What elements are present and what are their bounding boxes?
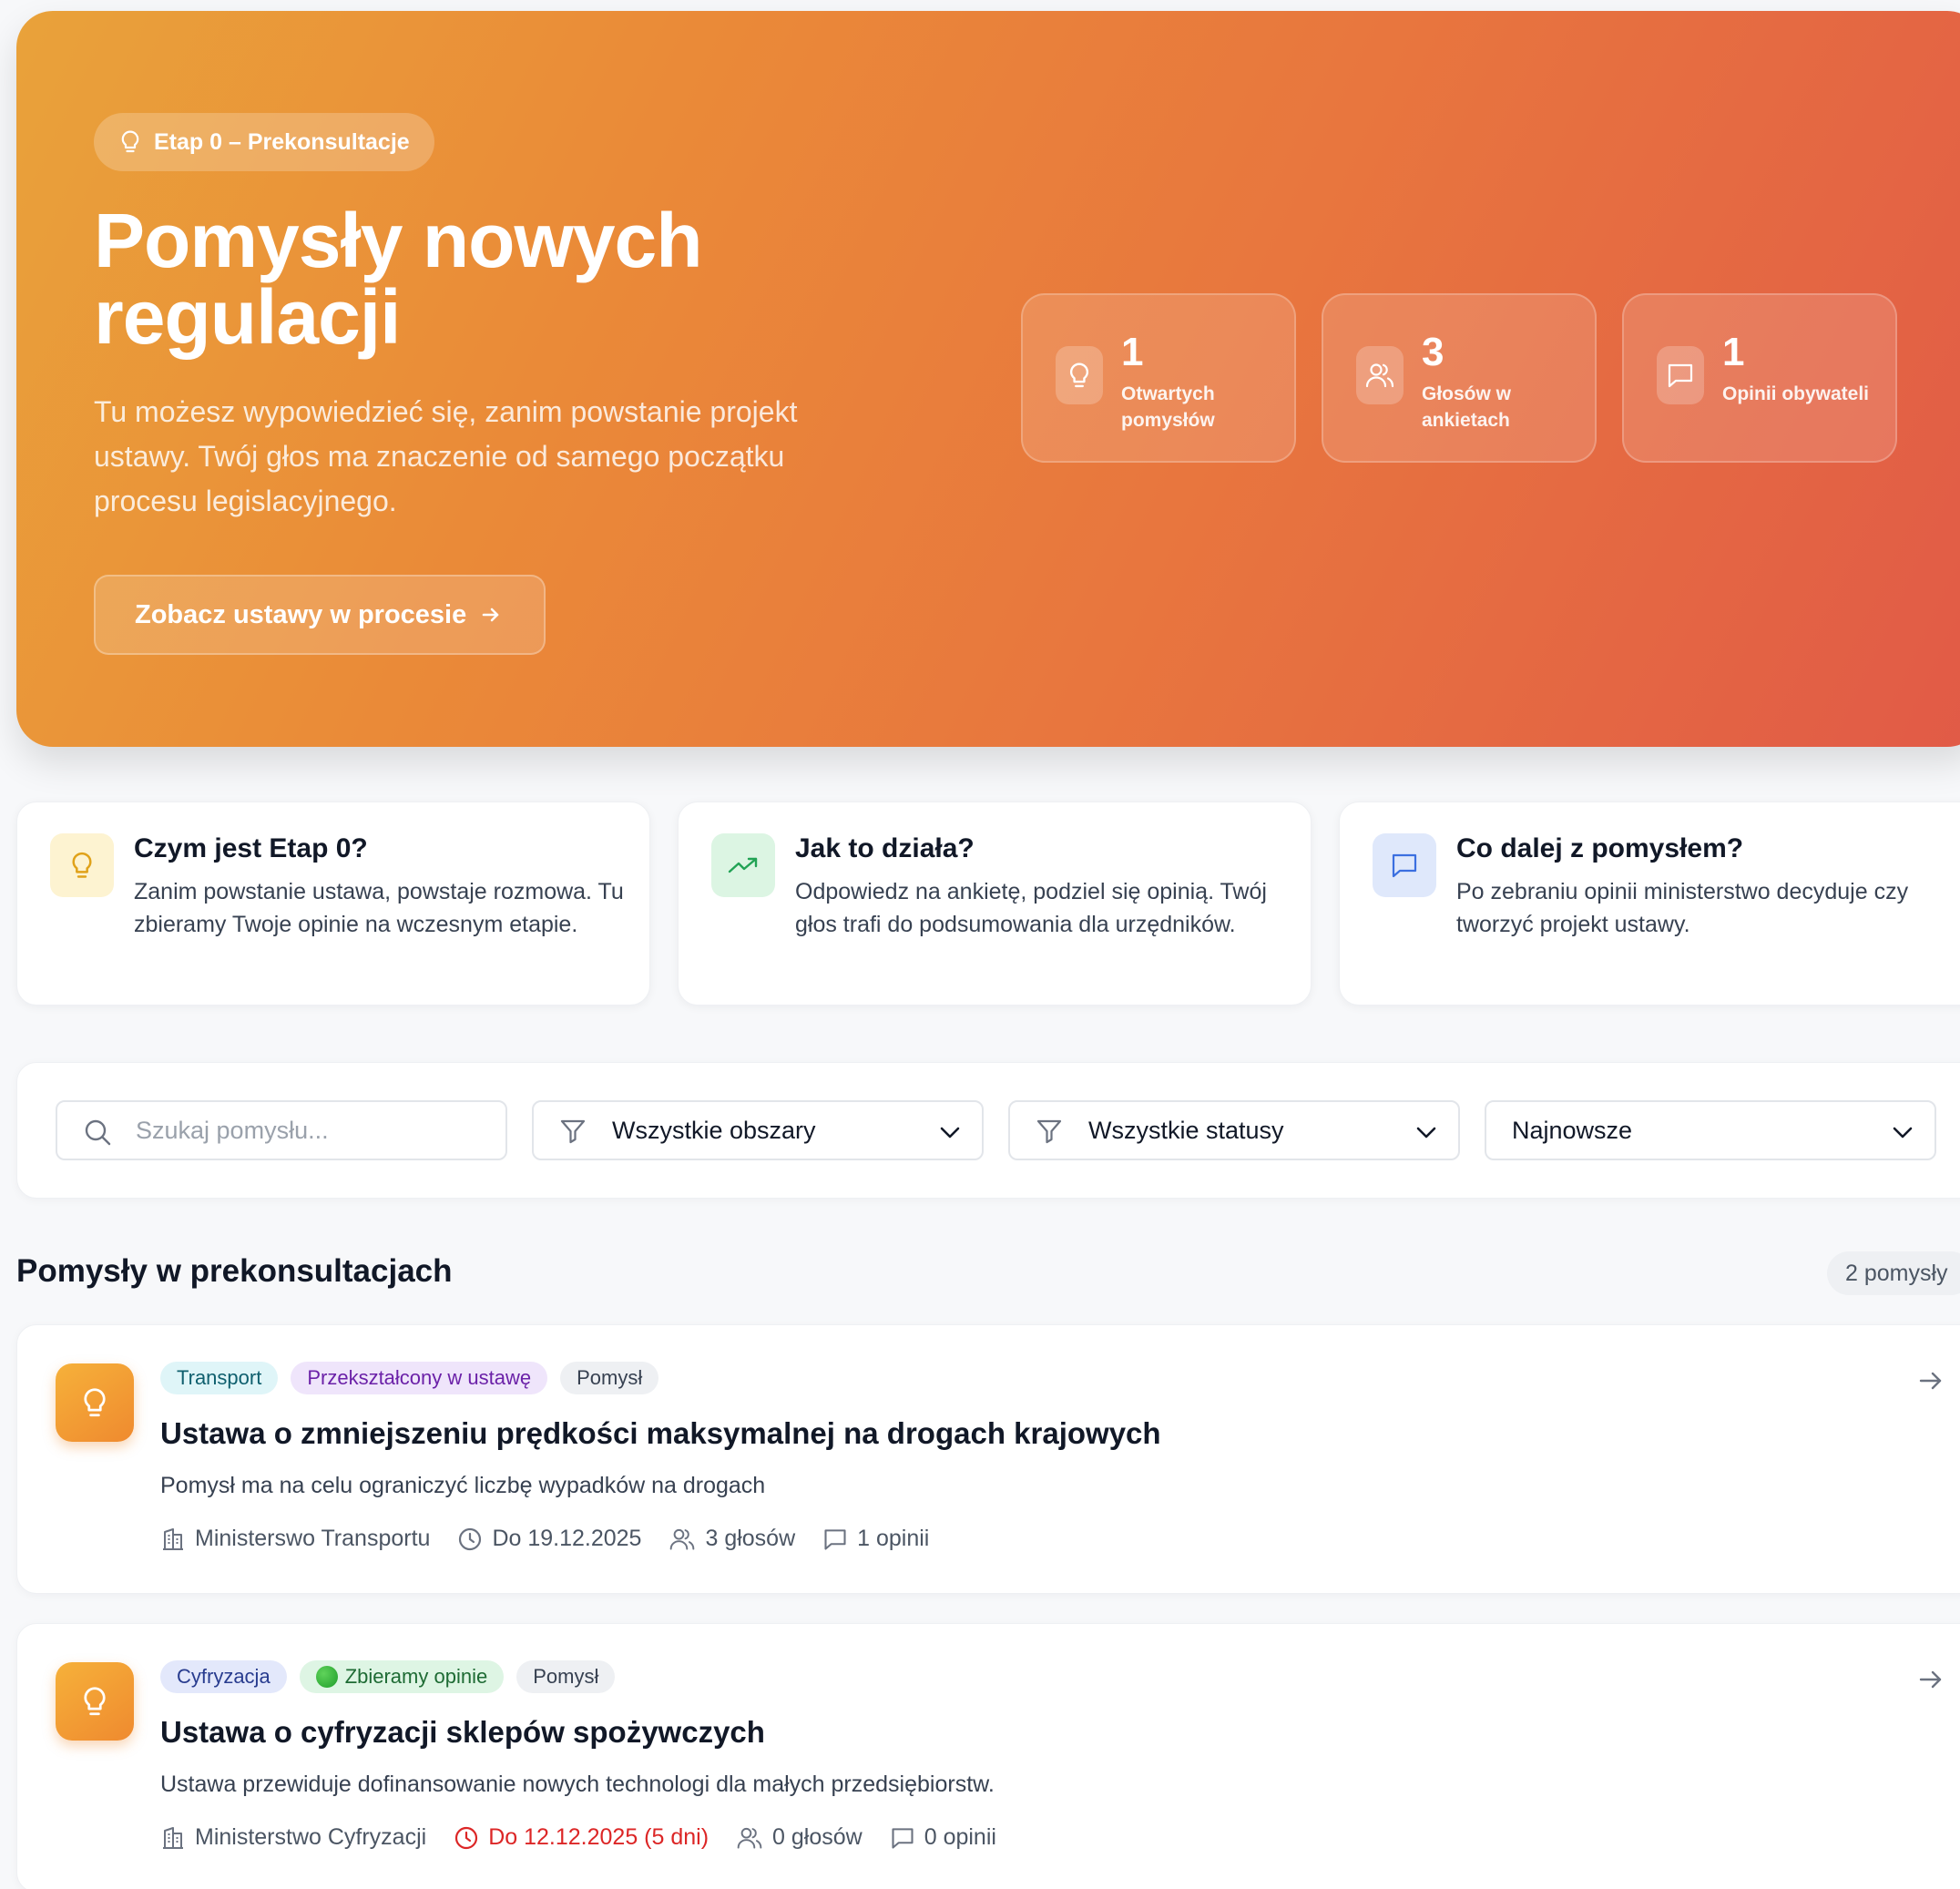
info-card-text: Zanim powstanie ustawa, powstaje rozmowa… <box>134 879 624 937</box>
ideas-count-badge: 2 pomysły <box>1827 1251 1960 1295</box>
status-tag: Zbieramy opinie <box>299 1660 505 1693</box>
sort-value: Najnowsze <box>1512 1116 1633 1144</box>
see-laws-in-process-button[interactable]: Zobacz ustawy w procesie <box>94 575 546 655</box>
idea-card[interactable]: Transport Przekształcony w ustawę Pomysł… <box>16 1324 1960 1594</box>
stat-value: 1 <box>1121 330 1144 374</box>
idea-meta: Ministerstwo Cyfryzacji Do 12.12.2025 (5… <box>160 1824 996 1851</box>
stage-badge: Etap 0 – Prekonsultacje <box>94 113 434 171</box>
stat-citizen-opinions: 1 Opinii obywateli <box>1622 293 1897 463</box>
stat-open-ideas: 1 Otwartych pomysłów <box>1021 293 1296 463</box>
type-tag: Pomysł <box>560 1362 659 1394</box>
opinions-meta: 0 opinii <box>890 1824 996 1851</box>
sort-select[interactable]: Najnowsze <box>1485 1100 1936 1160</box>
message-icon <box>1373 833 1436 897</box>
area-filter-select[interactable]: Wszystkie obszary <box>532 1100 984 1160</box>
votes-meta: 3 głosów <box>669 1526 795 1552</box>
filter-icon <box>1036 1118 1063 1145</box>
area-tag: Cyfryzacja <box>160 1660 287 1693</box>
users-icon <box>736 1825 763 1851</box>
status-tag-label: Zbieramy opinie <box>344 1665 488 1688</box>
votes-meta: 0 głosów <box>736 1824 863 1851</box>
info-card-how-it-works: Jak to działa? Odpowiedz na ankietę, pod… <box>678 802 1312 1006</box>
users-icon <box>669 1527 696 1552</box>
info-card-text: Po zebraniu opinii ministerstwo decyduje… <box>1456 879 1909 937</box>
building-icon <box>160 1825 186 1851</box>
opinions-value: 0 opinii <box>924 1824 996 1850</box>
users-icon <box>1356 346 1404 404</box>
building-icon <box>160 1527 186 1552</box>
ideas-list-title: Pomysły w prekonsultacjach <box>16 1253 453 1289</box>
idea-description: Pomysł ma na celu ograniczyć liczbę wypa… <box>160 1473 766 1498</box>
chevron-down-icon <box>938 1120 962 1144</box>
clock-icon <box>454 1825 479 1851</box>
idea-title[interactable]: Ustawa o cyfryzacji sklepów spożywczych <box>160 1715 765 1750</box>
search-placeholder: Szukaj pomysłu... <box>136 1116 329 1144</box>
green-circle-icon <box>315 1666 338 1688</box>
hero-description: Tu możesz wypowiedzieć się, zanim powsta… <box>94 395 798 517</box>
deadline-meta: Do 19.12.2025 <box>457 1526 641 1552</box>
area-filter-value: Wszystkie obszary <box>612 1116 816 1144</box>
ministry-meta: Ministerstwo Cyfryzacji <box>160 1824 426 1851</box>
lightbulb-icon <box>119 129 141 155</box>
info-card-title: Jak to działa? <box>795 833 975 863</box>
search-icon <box>83 1118 112 1147</box>
opinions-meta: 1 opinii <box>822 1526 929 1552</box>
page-title-line-2: regulacji <box>94 274 401 360</box>
message-icon <box>890 1825 915 1851</box>
stat-value: 3 <box>1422 330 1444 374</box>
type-tag: Pomysł <box>516 1660 616 1693</box>
deadline-meta: Do 12.12.2025 (5 dni) <box>454 1824 709 1851</box>
tag-list: Transport Przekształcony w ustawę Pomysł <box>160 1362 659 1394</box>
lightbulb-icon <box>1056 346 1103 404</box>
see-laws-in-process-label: Zobacz ustawy w procesie <box>135 599 467 629</box>
idea-meta: Ministerswo Transportu Do 19.12.2025 3 g… <box>160 1526 929 1552</box>
votes-value: 3 głosów <box>705 1526 796 1551</box>
hero-banner: Etap 0 – Prekonsultacje Pomysły nowych r… <box>16 11 1960 747</box>
info-card-text: Odpowiedz na ankietę, podziel się opinią… <box>795 879 1267 937</box>
stat-value: 1 <box>1722 330 1745 374</box>
chevron-down-icon <box>1414 1120 1438 1144</box>
idea-description: Ustawa przewiduje dofinansowanie nowych … <box>160 1772 995 1797</box>
ministry-name: Ministerstwo Cyfryzacji <box>195 1824 427 1850</box>
filter-bar: Szukaj pomysłu... Wszystkie obszary Wszy… <box>16 1062 1960 1199</box>
info-card-title: Co dalej z pomysłem? <box>1456 833 1744 863</box>
page-title: Pomysły nowych regulacji <box>94 202 914 355</box>
tag-list: Cyfryzacja Zbieramy opinie Pomysł <box>160 1660 616 1693</box>
stat-label: Otwartych pomysłów <box>1121 383 1215 431</box>
lightbulb-icon <box>56 1363 134 1442</box>
area-tag: Transport <box>160 1362 279 1394</box>
info-card-what-next: Co dalej z pomysłem? Po zebraniu opinii … <box>1339 802 1960 1006</box>
message-icon <box>1657 346 1704 404</box>
message-icon <box>822 1527 848 1552</box>
status-filter-select[interactable]: Wszystkie statusy <box>1008 1100 1460 1160</box>
votes-value: 0 głosów <box>772 1824 863 1850</box>
clock-icon <box>457 1527 483 1552</box>
page-title-line-1: Pomysły nowych <box>94 198 703 283</box>
stat-label: Opinii obywateli <box>1722 383 1870 404</box>
ministry-meta: Ministerswo Transportu <box>160 1526 430 1552</box>
filter-icon <box>559 1118 587 1145</box>
ministry-name: Ministerswo Transportu <box>195 1526 431 1551</box>
status-tag: Przekształcony w ustawę <box>291 1362 548 1394</box>
stat-label: Głosów w ankietach <box>1422 383 1512 431</box>
info-card-what-is-stage-0: Czym jest Etap 0? Zanim powstanie ustawa… <box>16 802 650 1006</box>
deadline-value: Do 12.12.2025 (5 dni) <box>488 1824 709 1850</box>
idea-title[interactable]: Ustawa o zmniejszeniu prędkości maksymal… <box>160 1416 1161 1451</box>
stat-survey-votes: 3 Głosów w ankietach <box>1322 293 1597 463</box>
trending-up-icon <box>711 833 775 897</box>
idea-card[interactable]: Cyfryzacja Zbieramy opinie Pomysł Ustawa… <box>16 1623 1960 1889</box>
search-input[interactable]: Szukaj pomysłu... <box>56 1100 507 1160</box>
arrow-right-icon[interactable] <box>1917 1666 1945 1693</box>
deadline-value: Do 19.12.2025 <box>492 1526 642 1551</box>
opinions-value: 1 opinii <box>857 1526 930 1551</box>
chevron-down-icon <box>1891 1120 1914 1144</box>
arrow-right-icon[interactable] <box>1917 1367 1945 1394</box>
arrow-right-icon <box>481 605 501 625</box>
info-card-title: Czym jest Etap 0? <box>134 833 368 863</box>
lightbulb-icon <box>56 1662 134 1741</box>
stage-badge-label: Etap 0 – Prekonsultacje <box>154 128 410 155</box>
status-filter-value: Wszystkie statusy <box>1088 1116 1284 1144</box>
lightbulb-icon <box>50 833 114 897</box>
